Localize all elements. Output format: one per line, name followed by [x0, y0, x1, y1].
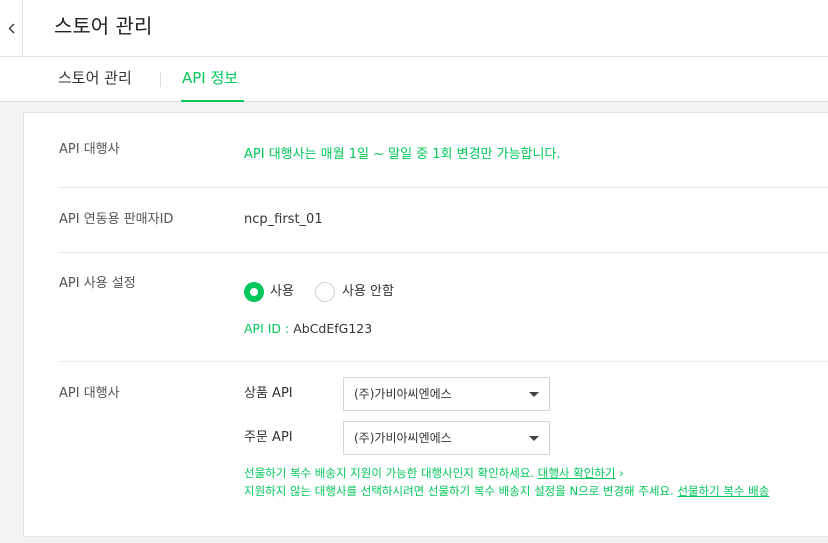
api-id-value: AbCdEfG123	[293, 321, 373, 336]
gift-multi-shipping-link[interactable]: 선물하기 복수 배송	[677, 484, 769, 498]
top-bar: 스토어 관리	[0, 0, 828, 57]
seller-id-label: API 연동용 판매자ID	[59, 212, 174, 227]
api-id-label: API ID :	[244, 321, 294, 336]
product-api-selected: (주)가비아씨엔에스	[354, 387, 452, 401]
row-divider	[59, 361, 828, 362]
agency-notice-text: API 대행사는 매월 1일 ~ 말일 중 1회 변경만 가능합니다.	[244, 147, 561, 162]
agency-notice-label: API 대행사	[59, 142, 120, 157]
agency-label: API 대행사	[59, 386, 120, 401]
page-title: 스토어 관리	[54, 14, 153, 38]
chevron-left-icon	[8, 23, 14, 34]
agency-note-1: 선물하기 복수 배송지 지원이 가능한 대행사인지 확인하세요. 대행사 확인하…	[244, 465, 624, 481]
caret-down-icon	[529, 392, 539, 397]
tab-api-info[interactable]: API 정보	[182, 67, 238, 89]
active-tab-indicator	[181, 100, 244, 102]
usage-off-radio[interactable]	[315, 282, 335, 302]
usage-on-radio[interactable]	[244, 282, 264, 302]
tab-bar: 스토어 관리 API 정보	[0, 57, 828, 102]
order-api-label: 주문 API	[244, 430, 293, 445]
back-button[interactable]	[0, 0, 23, 57]
usage-label: API 사용 설정	[59, 276, 136, 291]
api-id-row: API ID : AbCdEfG123	[244, 320, 372, 338]
chevron-right-icon: ›	[619, 466, 624, 480]
tab-separator	[160, 72, 161, 87]
tab-store-management[interactable]: 스토어 관리	[58, 67, 132, 89]
usage-off-label[interactable]: 사용 안함	[342, 283, 394, 301]
product-api-label: 상품 API	[244, 386, 293, 401]
row-divider	[59, 252, 828, 253]
agency-note-2: 지원하지 않는 대행사를 선택하시려면 선물하기 복수 배송지 설정을 N으로 …	[244, 483, 769, 499]
caret-down-icon	[529, 436, 539, 441]
api-settings-card: API 대행사 API 대행사는 매월 1일 ~ 말일 중 1회 변경만 가능합…	[23, 112, 828, 537]
usage-on-label[interactable]: 사용	[270, 283, 294, 301]
product-api-select[interactable]: (주)가비아씨엔에스	[343, 377, 550, 411]
check-agency-link[interactable]: 대행사 확인하기	[538, 466, 616, 480]
order-api-select[interactable]: (주)가비아씨엔에스	[343, 421, 550, 455]
order-api-selected: (주)가비아씨엔에스	[354, 431, 452, 445]
row-divider	[59, 187, 828, 188]
agency-note-1-text: 선물하기 복수 배송지 지원이 가능한 대행사인지 확인하세요.	[244, 466, 538, 480]
seller-id-value: ncp_first_01	[244, 212, 323, 227]
agency-note-2-text: 지원하지 않는 대행사를 선택하시려면 선물하기 복수 배송지 설정을 N으로 …	[244, 484, 678, 498]
